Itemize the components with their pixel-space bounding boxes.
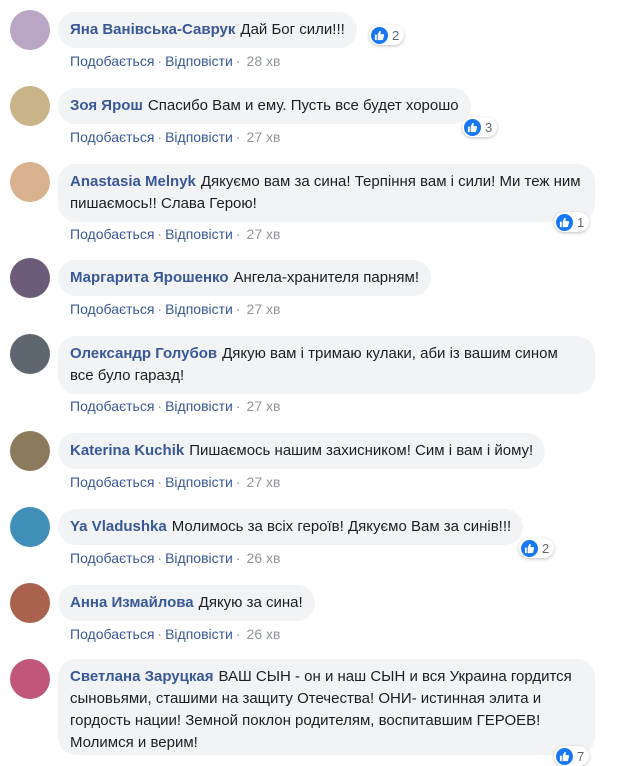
comment-text: Ангела-хранителя парням!	[233, 269, 420, 286]
comment-bubble: Светлана Заруцкая ВАШ СЫН - он и наш СЫН …	[58, 659, 595, 755]
reply-link[interactable]: Відповісти	[165, 474, 233, 490]
like-icon	[556, 747, 573, 765]
comment-bubble: Олександр Голубов Дякую вам і тримаю кула…	[58, 336, 595, 394]
comment-time[interactable]: 26 хв	[247, 626, 281, 642]
avatar[interactable]	[10, 583, 50, 623]
avatar[interactable]	[10, 431, 50, 471]
separator: ·	[157, 626, 163, 642]
separator: ·	[157, 474, 163, 490]
like-icon	[464, 118, 481, 136]
separator: ·	[157, 398, 163, 414]
comment-time[interactable]: 27 хв	[247, 129, 281, 145]
comment-author[interactable]: Katerina Kuchik	[70, 442, 184, 459]
reaction-count-value: 7	[577, 748, 585, 764]
like-icon	[556, 213, 573, 231]
avatar[interactable]	[10, 334, 50, 374]
comment-bubble: Ya Vladushka Молимось за всіх героїв! Дяк…	[58, 509, 524, 545]
comment-text: Дай Бог сили!!!	[240, 21, 345, 38]
comment-bubble: Katerina Kuchik Пишаємось нашим захиснико…	[58, 433, 546, 469]
comment-actions: Подобається · Відповісти · 26 хв	[70, 550, 280, 566]
comment-text: Дякую за сина!	[198, 594, 303, 611]
comment-actions: Подобається · Відповісти · 28 хв	[70, 53, 280, 69]
avatar[interactable]	[10, 86, 50, 126]
like-link[interactable]: Подобається	[70, 226, 154, 242]
reaction-count-value: 1	[577, 214, 585, 230]
reaction-count[interactable]: 1	[554, 212, 590, 232]
separator: ·	[235, 53, 241, 69]
avatar[interactable]	[10, 10, 50, 50]
comment-author[interactable]: Ya Vladushka	[70, 518, 167, 535]
comment-actions: Подобається · Відповісти · 27 хв	[70, 301, 280, 317]
comment-author[interactable]: Anastasia Melnyk	[70, 173, 196, 190]
reply-link[interactable]: Відповісти	[165, 626, 233, 642]
reply-link[interactable]: Відповісти	[165, 53, 233, 69]
like-link[interactable]: Подобається	[70, 398, 154, 414]
reaction-count[interactable]: 2	[369, 25, 405, 45]
comment-actions: Подобається · Відповісти · 27 хв	[70, 398, 280, 414]
comment-author[interactable]: Маргарита Ярошенко	[70, 269, 229, 286]
separator: ·	[235, 474, 241, 490]
separator: ·	[157, 550, 163, 566]
avatar[interactable]	[10, 162, 50, 202]
comment-author[interactable]: Олександр Голубов	[70, 345, 217, 362]
reaction-count[interactable]: 7	[554, 746, 590, 766]
reaction-count[interactable]: 3	[462, 117, 498, 137]
separator: ·	[235, 301, 241, 317]
like-link[interactable]: Подобається	[70, 53, 154, 69]
comment-bubble: Яна Ванівська-Саврук Дай Бог сили!!!	[58, 12, 357, 48]
separator: ·	[235, 550, 241, 566]
comment-actions: Подобається · Відповісти · 27 хв	[70, 226, 280, 242]
like-link[interactable]: Подобається	[70, 550, 154, 566]
avatar[interactable]	[10, 258, 50, 298]
comment-actions: Подобається · Відповісти · 26 хв	[70, 626, 280, 642]
comment-author[interactable]: Яна Ванівська-Саврук	[70, 21, 235, 38]
comment-time[interactable]: 27 хв	[247, 226, 281, 242]
comment-bubble: Зоя Ярош Спасибо Вам и ему. Пусть все буд…	[58, 88, 471, 124]
reply-link[interactable]: Відповісти	[165, 301, 233, 317]
separator: ·	[235, 226, 241, 242]
like-icon	[521, 539, 538, 557]
comment-author[interactable]: Зоя Ярош	[70, 97, 143, 114]
reaction-count-value: 2	[542, 540, 550, 556]
reaction-count-value: 3	[485, 119, 493, 135]
like-link[interactable]: Подобається	[70, 626, 154, 642]
reply-link[interactable]: Відповісти	[165, 398, 233, 414]
avatar[interactable]	[10, 507, 50, 547]
avatar[interactable]	[10, 659, 50, 699]
comment-bubble: Маргарита Ярошенко Ангела-хранителя парня…	[58, 260, 431, 296]
comment-time[interactable]: 28 хв	[247, 53, 281, 69]
comment-time[interactable]: 27 хв	[247, 398, 281, 414]
like-link[interactable]: Подобається	[70, 301, 154, 317]
separator: ·	[157, 301, 163, 317]
comment-text: Спасибо Вам и ему. Пусть все будет хорош…	[147, 97, 459, 114]
reaction-count-value: 2	[392, 27, 400, 43]
separator: ·	[157, 226, 163, 242]
separator: ·	[157, 53, 163, 69]
comment-author[interactable]: Светлана Заруцкая	[70, 668, 213, 685]
reaction-count[interactable]: 2	[519, 538, 555, 558]
separator: ·	[235, 129, 241, 145]
reply-link[interactable]: Відповісти	[165, 226, 233, 242]
like-link[interactable]: Подобається	[70, 474, 154, 490]
comment-time[interactable]: 27 хв	[247, 474, 281, 490]
comment-time[interactable]: 26 хв	[247, 550, 281, 566]
reply-link[interactable]: Відповісти	[165, 129, 233, 145]
comment-actions: Подобається · Відповісти · 27 хв	[70, 474, 280, 490]
separator: ·	[235, 398, 241, 414]
comment-time[interactable]: 27 хв	[247, 301, 281, 317]
separator: ·	[235, 626, 241, 642]
separator: ·	[157, 129, 163, 145]
like-link[interactable]: Подобається	[70, 129, 154, 145]
reply-link[interactable]: Відповісти	[165, 550, 233, 566]
comment-text: Молимось за всіх героїв! Дякуємо Вам за …	[171, 518, 512, 535]
like-icon	[371, 26, 388, 44]
comment-bubble: Anastasia Melnyk Дякуємо вам за сина! Тер…	[58, 164, 595, 222]
comment-bubble: Анна Измайлова Дякую за сина!	[58, 585, 315, 621]
comment-author[interactable]: Анна Измайлова	[70, 594, 194, 611]
comment-actions: Подобається · Відповісти · 27 хв	[70, 129, 280, 145]
comment-text: Пишаємось нашим захисником! Сим і вам і …	[189, 442, 534, 459]
